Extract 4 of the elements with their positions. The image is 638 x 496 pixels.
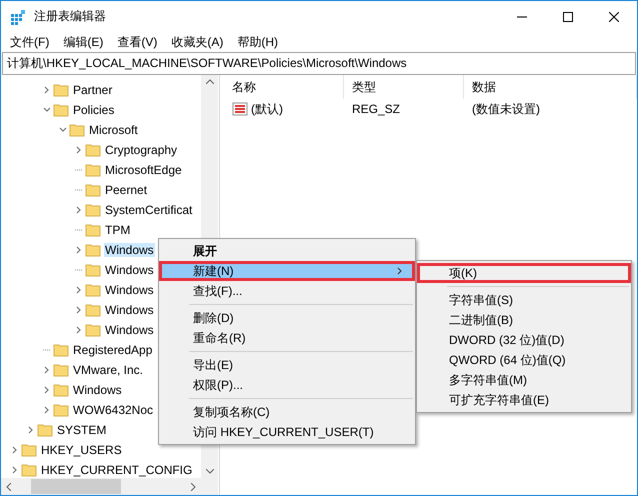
table-cell-text: REG_SZ	[351, 102, 402, 116]
table-cell-text: (数值未设置)	[471, 100, 541, 118]
window-title: 注册表编辑器	[34, 8, 106, 25]
table-cell: (默认)	[224, 100, 344, 118]
